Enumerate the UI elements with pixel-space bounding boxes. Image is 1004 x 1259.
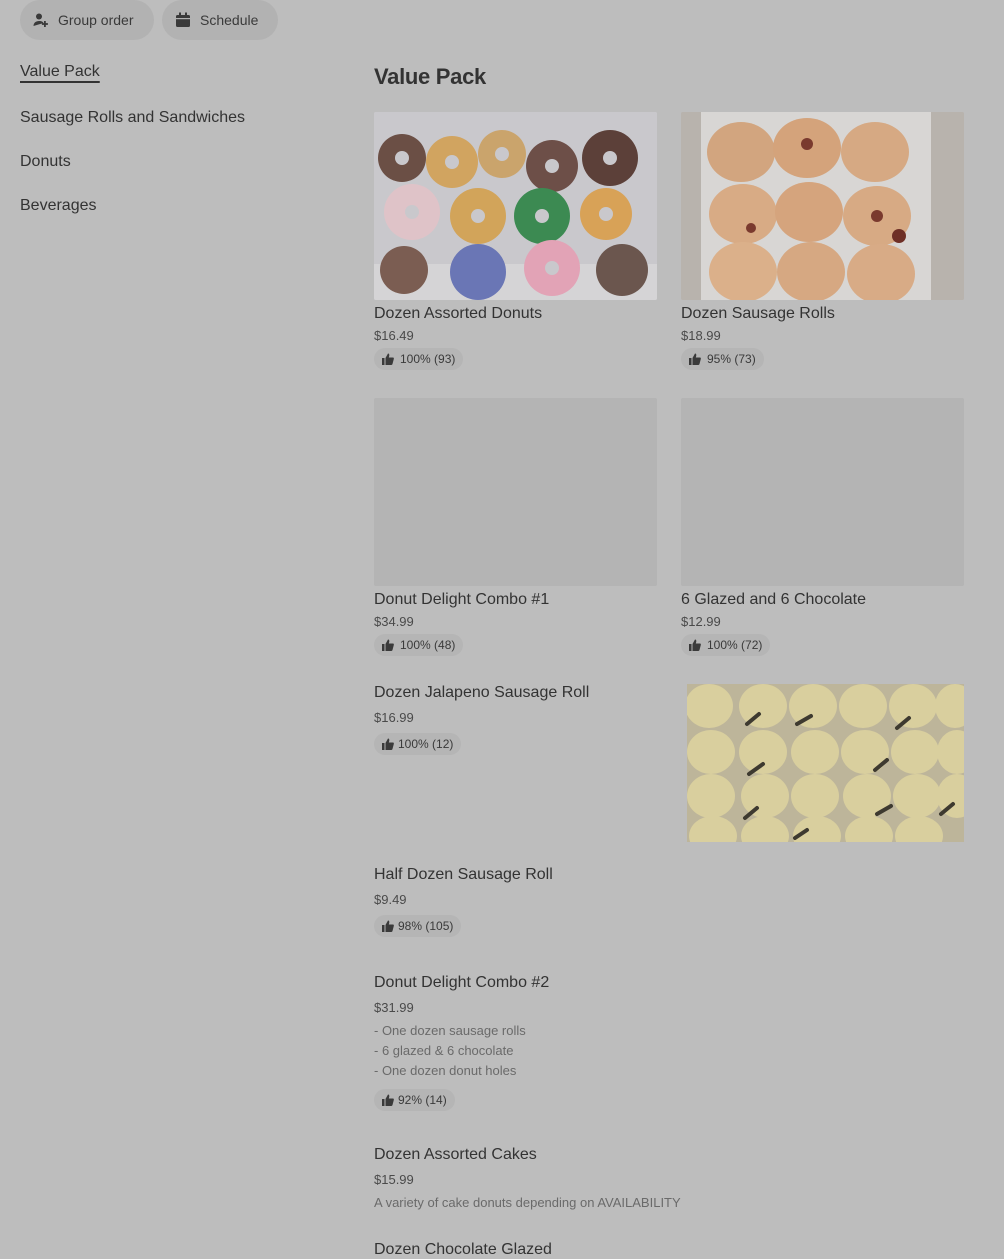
thumbs-up-icon — [382, 353, 394, 365]
item-price: $9.49 — [374, 892, 407, 907]
thumbs-up-icon — [382, 1094, 394, 1106]
item-price: $18.99 — [681, 328, 721, 343]
item-name: Dozen Jalapeno Sausage Roll — [374, 684, 590, 701]
thumbs-up-icon — [382, 639, 394, 651]
thumbs-up-icon — [689, 639, 701, 651]
calendar-icon — [174, 11, 192, 29]
item-description: - One dozen sausage rolls - 6 glazed & 6… — [374, 1021, 549, 1081]
thumbs-up-icon — [689, 353, 701, 365]
rating-text: 98% (105) — [398, 919, 454, 933]
rating-badge: 100% (72) — [681, 634, 771, 656]
item-name: Dozen Assorted Donuts — [374, 305, 543, 322]
menu-item-card[interactable]: Dozen Sausage Rolls $18.99 95% (73) — [681, 112, 964, 370]
menu-item-card[interactable]: Donut Delight Combo #1 $34.99 100% (48) — [374, 398, 657, 656]
thumbs-up-icon — [382, 920, 394, 932]
item-name: Donut Delight Combo #2 — [374, 974, 550, 991]
group-order-label: Group order — [58, 12, 134, 28]
description-line: - 6 glazed & 6 chocolate — [374, 1043, 514, 1058]
menu-list-item[interactable]: Dozen Jalapeno Sausage Roll $16.99 100% … — [374, 684, 589, 755]
description-line: A variety of cake donuts depending on AV… — [374, 1195, 681, 1210]
add-person-icon — [32, 11, 50, 29]
rating-text: 100% (93) — [400, 352, 456, 366]
rating-text: 100% (72) — [707, 638, 763, 652]
rating-badge: 100% (12) — [374, 733, 462, 755]
sausage-rolls-photo — [681, 112, 964, 300]
rating-badge: 92% (14) — [374, 1089, 455, 1111]
item-price: $34.99 — [374, 614, 414, 629]
menu-list-item[interactable]: Half Dozen Sausage Roll $9.49 98% (105) — [374, 866, 553, 937]
item-price: $12.99 — [681, 614, 721, 629]
menu-list-item[interactable]: Donut Delight Combo #2 $31.99 - One doze… — [374, 974, 549, 1111]
section-title: Value Pack — [374, 64, 486, 89]
rating-text: 95% (73) — [707, 352, 756, 366]
thumbs-up-icon — [382, 738, 394, 750]
item-price: $16.49 — [374, 328, 414, 343]
menu-item-card[interactable]: 6 Glazed and 6 Chocolate $12.99 100% (72… — [681, 398, 964, 656]
rating-text: 100% (48) — [400, 638, 456, 652]
item-name: Donut Delight Combo #1 — [374, 591, 550, 608]
sidebar-item-sausage-rolls-and-sandwiches[interactable]: Sausage Rolls and Sandwiches — [20, 109, 245, 127]
group-order-button[interactable]: Group order — [20, 0, 154, 40]
image-placeholder — [374, 398, 657, 586]
item-price: $31.99 — [374, 1000, 414, 1015]
menu-list-item[interactable]: Dozen Assorted Cakes $15.99 A variety of… — [374, 1146, 681, 1213]
rating-text: 100% (12) — [398, 737, 454, 751]
assorted-donuts-photo — [374, 112, 657, 300]
rating-badge: 98% (105) — [374, 915, 462, 937]
item-price: $16.99 — [374, 710, 414, 725]
menu-item-card[interactable]: Dozen Assorted Donuts $16.49 100% (93) — [374, 112, 657, 370]
rating-text: 92% (14) — [398, 1093, 447, 1107]
sidebar-item-donuts[interactable]: Donuts — [20, 153, 71, 171]
schedule-label: Schedule — [200, 12, 259, 28]
item-name: Dozen Sausage Rolls — [681, 305, 835, 322]
rating-badge: 95% (73) — [681, 348, 764, 370]
menu-list-item[interactable]: Dozen Chocolate Glazed — [374, 1241, 552, 1259]
description-line: - One dozen sausage rolls — [374, 1023, 526, 1038]
description-line: - One dozen donut holes — [374, 1063, 517, 1078]
schedule-button[interactable]: Schedule — [162, 0, 278, 40]
image-placeholder — [681, 398, 964, 586]
item-description: A variety of cake donuts depending on AV… — [374, 1193, 681, 1213]
sidebar-item-value-pack[interactable]: Value Pack — [20, 63, 100, 81]
jalapeno-sausage-roll-photo[interactable] — [687, 684, 964, 842]
item-name: Half Dozen Sausage Roll — [374, 866, 553, 883]
item-price: $15.99 — [374, 1172, 414, 1187]
rating-badge: 100% (93) — [374, 348, 464, 370]
sidebar-item-beverages[interactable]: Beverages — [20, 197, 97, 215]
item-name: Dozen Chocolate Glazed — [374, 1241, 552, 1258]
rating-badge: 100% (48) — [374, 634, 464, 656]
item-name: Dozen Assorted Cakes — [374, 1146, 537, 1163]
item-name: 6 Glazed and 6 Chocolate — [681, 591, 867, 608]
